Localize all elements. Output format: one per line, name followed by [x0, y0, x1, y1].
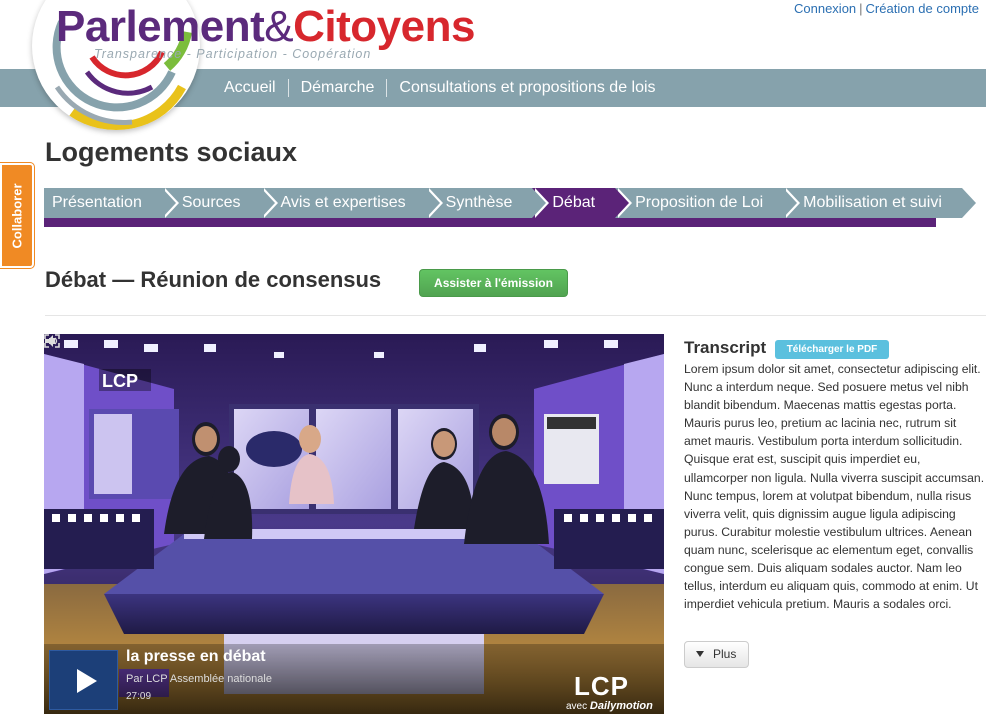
- dailymotion-name: Dailymotion: [589, 700, 653, 712]
- video-duration: 27:09: [126, 691, 152, 702]
- play-icon[interactable]: [49, 650, 118, 710]
- section-divider: [45, 315, 986, 316]
- transcript-body: Lorem ipsum dolor sit amet, consectetur …: [684, 362, 985, 612]
- logo-text-parlement: Parlement: [56, 2, 265, 51]
- dailymotion-logo: avec Dailymotion: [566, 700, 653, 712]
- logo-text-citoyens: Citoyens: [293, 2, 475, 51]
- steps-underline: [44, 218, 936, 227]
- account-separator: |: [859, 1, 863, 16]
- nav-item-consultations[interactable]: Consultations et propositions de lois: [386, 79, 667, 97]
- page-title: Logements sociaux: [45, 137, 298, 167]
- nav-item-demarche[interactable]: Démarche: [287, 79, 387, 97]
- step-mobilisation-suivi[interactable]: Mobilisation et suivi: [783, 188, 976, 218]
- more-button-label: Plus: [713, 647, 737, 661]
- step-avis-expertises[interactable]: Avis et expertises: [260, 188, 443, 218]
- transcript-title: Transcript: [684, 338, 767, 357]
- more-button[interactable]: Plus: [684, 641, 749, 668]
- fullscreen-icon[interactable]: [44, 334, 60, 348]
- main-nav: Accueil Démarche Consultations et propos…: [212, 69, 668, 107]
- logo-text-amp: &: [264, 2, 294, 51]
- lcp-watermark: LCP: [102, 371, 138, 391]
- lcp-logo: LCP: [574, 671, 629, 701]
- collaborer-label: Collaborer: [9, 182, 25, 249]
- watch-broadcast-button[interactable]: Assister à l'émission: [419, 269, 568, 297]
- section-heading: Débat — Réunion de consensus: [45, 267, 382, 292]
- video-title: la presse en débat: [126, 648, 266, 665]
- collaborer-tab[interactable]: Collaborer: [0, 162, 35, 269]
- video-player[interactable]: LCP la presse en débat Par LCP Assemblée…: [44, 334, 664, 714]
- logo-tagline: Transparence - Participation - Coopérati…: [94, 47, 372, 61]
- video-subtitle: Par LCP Assemblée nationale: [126, 673, 272, 685]
- step-proposition-loi[interactable]: Proposition de Loi: [615, 188, 801, 218]
- step-presentation[interactable]: Présentation: [44, 188, 179, 218]
- register-link[interactable]: Création de compte: [866, 1, 979, 16]
- account-links: Connexion | Création de compte: [794, 1, 979, 16]
- site-logo-title[interactable]: Parlement&Citoyens: [56, 2, 475, 52]
- nav-item-accueil[interactable]: Accueil: [212, 79, 288, 97]
- login-link[interactable]: Connexion: [794, 1, 856, 16]
- dailymotion-prefix: avec: [566, 701, 588, 712]
- download-pdf-button[interactable]: Télécharger le PDF: [775, 340, 889, 359]
- process-steps: Présentation Sources Avis et expertises …: [44, 188, 976, 218]
- chevron-down-icon: [696, 651, 704, 657]
